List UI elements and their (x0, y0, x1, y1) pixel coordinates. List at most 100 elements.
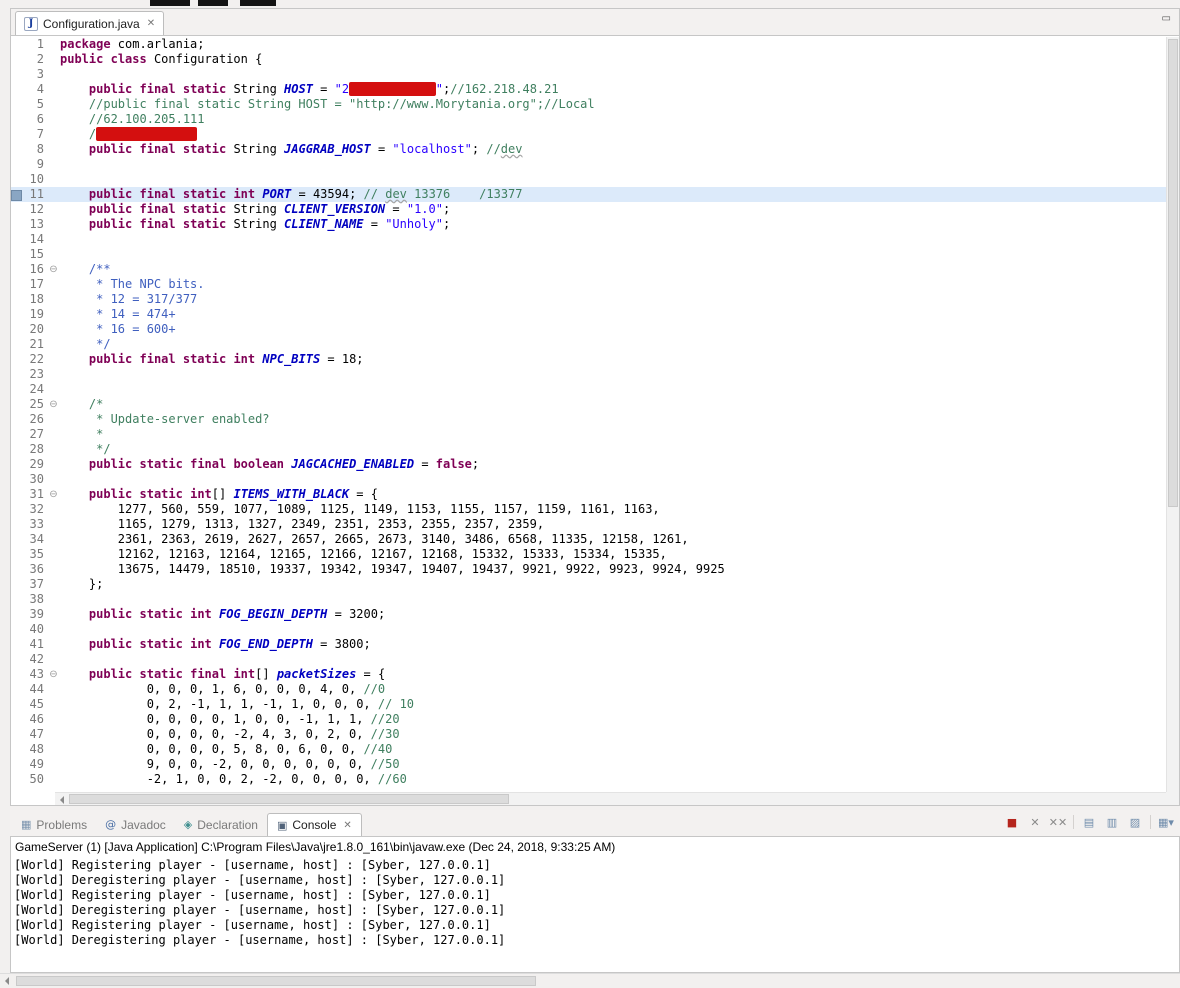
console-view[interactable]: GameServer (1) [Java Application] C:\Pro… (10, 836, 1180, 973)
code-line[interactable]: 42 (11, 652, 1166, 667)
code-line[interactable]: 41 public static int FOG_END_DEPTH = 380… (11, 637, 1166, 652)
tab-problems[interactable]: ▦ Problems (12, 813, 96, 836)
tab-javadoc[interactable]: @ Javadoc (96, 813, 175, 836)
tab-configuration-java[interactable]: J Configuration.java ✕ (15, 11, 165, 35)
code-area[interactable]: 1 package com.arlania; 2 public class Confi… (11, 37, 1166, 792)
console-horizontal-scrollbar[interactable] (0, 973, 1180, 988)
console-line: [World] Registering player - [username, … (14, 858, 491, 872)
code-token: static (182, 187, 227, 201)
minimize-icon[interactable]: ▭ (1162, 13, 1173, 24)
scrollbar-thumb[interactable] (1168, 39, 1178, 508)
code-line[interactable]: 27 * (11, 427, 1166, 442)
scroll-left-arrow[interactable] (55, 793, 68, 806)
code-line[interactable]: 33 1165, 1279, 1313, 1327, 2349, 2351, 2… (11, 517, 1166, 532)
fold-column (47, 382, 60, 397)
code-line[interactable]: 38 (11, 592, 1166, 607)
line-number: 1 (36, 37, 44, 51)
code-line[interactable]: 11 public final static int PORT = 43594;… (11, 187, 1166, 202)
close-icon[interactable]: ✕ (343, 820, 351, 831)
code-line[interactable]: 3 (11, 67, 1166, 82)
code-line[interactable]: 19 * 14 = 474+ (11, 307, 1166, 322)
fold-collapse-icon[interactable]: ⊖ (47, 487, 60, 502)
code-token: "localhost" (392, 142, 472, 156)
scroll-left-arrow[interactable] (0, 974, 13, 987)
code-line[interactable]: 2 public class Configuration { (11, 52, 1166, 67)
code-line[interactable]: 14 (11, 232, 1166, 247)
code-line[interactable]: 9 (11, 157, 1166, 172)
code-line[interactable]: 13 public final static String CLIENT_NAM… (11, 217, 1166, 232)
code-line[interactable]: 10 (11, 172, 1166, 187)
code-line[interactable]: 12 public final static String CLIENT_VER… (11, 202, 1166, 217)
remove-launch-icon[interactable]: ✕ (1027, 814, 1043, 830)
console-output[interactable]: [World] Registering player - [username, … (11, 856, 1179, 948)
code-line[interactable]: 20 * 16 = 600+ (11, 322, 1166, 337)
code-line[interactable]: 44 0, 0, 0, 1, 6, 0, 0, 0, 4, 0, //0 (11, 682, 1166, 697)
fold-collapse-icon[interactable]: ⊖ (47, 397, 60, 412)
editor-vertical-scrollbar[interactable] (1166, 37, 1179, 792)
code-token: int (190, 637, 212, 651)
fold-collapse-icon[interactable]: ⊖ (47, 667, 60, 682)
code-line[interactable]: 6 //62.100.205.111 (11, 112, 1166, 127)
code-line[interactable]: 1 package com.arlania; (11, 37, 1166, 52)
code-line[interactable]: 15 (11, 247, 1166, 262)
code-line[interactable]: 45 0, 2, -1, 1, 1, -1, 1, 0, 0, 0, // 10 (11, 697, 1166, 712)
scrollbar-thumb[interactable] (69, 794, 509, 804)
code-text: /** (60, 262, 1166, 277)
code-line[interactable]: 36 13675, 14479, 18510, 19337, 19342, 19… (11, 562, 1166, 577)
code-line[interactable]: 40 (11, 622, 1166, 637)
line-number: 8 (36, 142, 44, 156)
code-line[interactable]: 34 2361, 2363, 2619, 2627, 2657, 2665, 2… (11, 532, 1166, 547)
fold-collapse-icon[interactable]: ⊖ (47, 262, 60, 277)
code-token: "Unholy" (385, 217, 443, 231)
editor-horizontal-scrollbar[interactable] (55, 792, 1166, 805)
code-line[interactable]: 28 */ (11, 442, 1166, 457)
scroll-lock-icon[interactable]: ▥ (1104, 814, 1120, 830)
tab-console[interactable]: ▣ Console ✕ (266, 813, 362, 836)
code-line[interactable]: 35 12162, 12163, 12164, 12165, 12166, 12… (11, 547, 1166, 562)
clear-console-icon[interactable]: ▤ (1081, 814, 1097, 830)
marker-column (11, 217, 21, 232)
remove-all-terminated-icon[interactable]: ✕✕ (1049, 814, 1067, 830)
code-line[interactable]: 25 ⊖ /* (11, 397, 1166, 412)
code-line[interactable]: 18 * 12 = 317/377 (11, 292, 1166, 307)
code-line[interactable]: 37 }; (11, 577, 1166, 592)
code-line[interactable]: 5 //public final static String HOST = "h… (11, 97, 1166, 112)
code-line[interactable]: 4 public final static String HOST = "2 "… (11, 82, 1166, 97)
code-line[interactable]: 22 public final static int NPC_BITS = 18… (11, 352, 1166, 367)
pin-console-icon[interactable]: ▨ (1127, 814, 1143, 830)
code-line[interactable]: 43 ⊖ public static final int[] packetSize… (11, 667, 1166, 682)
line-number: 3 (36, 67, 44, 81)
open-console-icon[interactable]: ▦▾ (1158, 814, 1174, 830)
code-line[interactable]: 8 public final static String JAGGRAB_HOS… (11, 142, 1166, 157)
code-line[interactable]: 31 ⊖ public static int[] ITEMS_WITH_BLACK… (11, 487, 1166, 502)
code-line[interactable]: 7 / (11, 127, 1166, 142)
code-line[interactable]: 50 -2, 1, 0, 0, 2, -2, 0, 0, 0, 0, //60 (11, 772, 1166, 787)
fold-column (47, 442, 60, 457)
code-line[interactable]: 39 public static int FOG_BEGIN_DEPTH = 3… (11, 607, 1166, 622)
code-line[interactable]: 49 9, 0, 0, -2, 0, 0, 0, 0, 0, 0, //50 (11, 757, 1166, 772)
code-line[interactable]: 24 (11, 382, 1166, 397)
code-line[interactable]: 16 ⊖ /** (11, 262, 1166, 277)
tab-declaration[interactable]: ◈ Declaration (175, 813, 267, 836)
close-icon[interactable]: ✕ (147, 18, 155, 29)
code-token: final (139, 82, 176, 96)
fold-column (47, 67, 60, 82)
code-token: JAGGRAB_HOST (284, 142, 371, 156)
code-line[interactable]: 46 0, 0, 0, 0, 1, 0, 0, -1, 1, 1, //20 (11, 712, 1166, 727)
code-line[interactable]: 21 */ (11, 337, 1166, 352)
code-line[interactable]: 23 (11, 367, 1166, 382)
code-line[interactable]: 26 * Update-server enabled? (11, 412, 1166, 427)
code-line[interactable]: 30 (11, 472, 1166, 487)
fold-column (47, 712, 60, 727)
fold-column (47, 607, 60, 622)
code-line[interactable]: 48 0, 0, 0, 0, 5, 8, 0, 6, 0, 0, //40 (11, 742, 1166, 757)
code-line[interactable]: 32 1277, 560, 559, 1077, 1089, 1125, 114… (11, 502, 1166, 517)
code-line[interactable]: 29 public static final boolean JAGCACHED… (11, 457, 1166, 472)
scrollbar-thumb[interactable] (16, 976, 536, 986)
code-line[interactable]: 17 * The NPC bits. (11, 277, 1166, 292)
terminate-icon[interactable]: ■ (1004, 814, 1020, 830)
code-line[interactable]: 47 0, 0, 0, 0, -2, 4, 3, 0, 2, 0, //30 (11, 727, 1166, 742)
